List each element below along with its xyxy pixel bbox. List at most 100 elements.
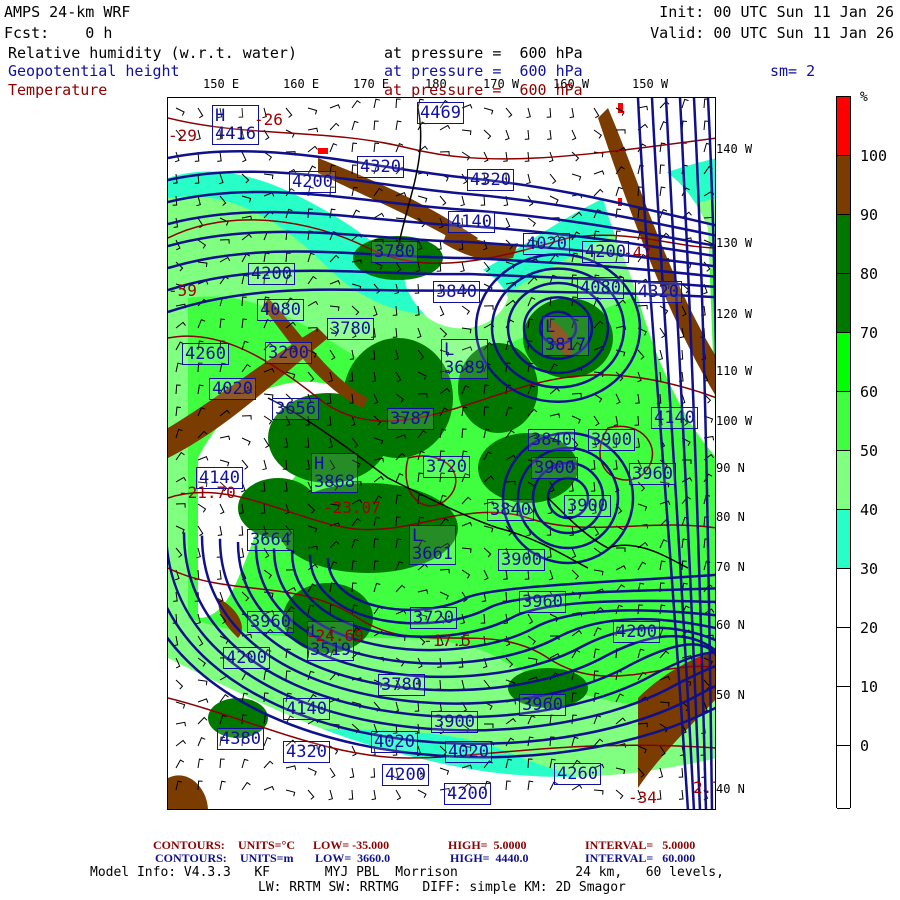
height-contour-label: 4020 bbox=[209, 378, 256, 400]
lon-label: 150 W bbox=[632, 77, 669, 91]
colorbar-bin bbox=[837, 451, 850, 510]
lat-lon-label: 70 N bbox=[716, 560, 745, 574]
wind-barb bbox=[439, 195, 447, 206]
wind-barb bbox=[526, 173, 531, 185]
valid-time: Valid: 00 UTC Sun 11 Jan 26 bbox=[650, 24, 894, 42]
model-title: AMPS 24-km WRF bbox=[4, 3, 131, 21]
height-low: LOW= 3660.0 bbox=[315, 851, 391, 865]
temperature-contour-label: -47 bbox=[623, 243, 652, 262]
height-contour-label: H 4416 bbox=[212, 105, 259, 145]
height-contour-label: 4200 bbox=[289, 171, 336, 193]
temperature-contour-label: -59 bbox=[168, 281, 197, 300]
temperature-contour-label: 2.7 bbox=[693, 778, 715, 797]
wind-barb bbox=[417, 195, 428, 203]
lat-lon-label: 110 W bbox=[716, 364, 753, 378]
colorbar-bin bbox=[837, 510, 850, 569]
wind-barb bbox=[241, 151, 247, 163]
colorbar-bin bbox=[837, 97, 850, 156]
colorbar-bin bbox=[837, 156, 850, 215]
colorbar-unit: % bbox=[860, 90, 868, 105]
height-contour-label: L 3661 bbox=[409, 525, 456, 565]
colorbar-bin bbox=[837, 569, 850, 628]
lat-lon-label: 130 W bbox=[716, 236, 753, 250]
height-contour-label: 3200 bbox=[265, 342, 312, 364]
height-contour-label: 3664 bbox=[247, 529, 294, 551]
height-contour-label: 4020 bbox=[523, 233, 570, 255]
smoothing-label: sm= 2 bbox=[770, 62, 816, 80]
lat-lon-label: 90 N bbox=[716, 461, 745, 475]
colorbar-tick-label: 40 bbox=[860, 501, 879, 519]
height-contour-label: 4140 bbox=[283, 698, 330, 720]
colorbar-tick-label: 20 bbox=[860, 619, 879, 637]
wind-barb bbox=[593, 188, 604, 197]
lat-lon-label: 120 W bbox=[716, 307, 753, 321]
wind-barb bbox=[480, 195, 486, 206]
height-contour-label: 4200 bbox=[382, 764, 429, 786]
height-contour-label: 3900 bbox=[588, 429, 635, 451]
height-interval: INTERVAL= 60.000 bbox=[585, 851, 696, 865]
height-contour-label: 4320 bbox=[283, 741, 330, 763]
colorbar-tick-label: 80 bbox=[860, 265, 879, 283]
height-contours-label: CONTOURS: bbox=[155, 851, 227, 865]
wind-barb bbox=[197, 107, 204, 119]
wind-barb bbox=[571, 173, 582, 181]
height-contour-label: 4200 bbox=[223, 647, 270, 669]
colorbar-bin bbox=[837, 215, 850, 274]
wind-barb bbox=[373, 212, 385, 219]
height-contour-label: 3960 bbox=[519, 591, 566, 613]
temperature-contour-label: -17.5 bbox=[423, 631, 472, 650]
map-graphics bbox=[168, 98, 715, 809]
lat-lon-label: 80 N bbox=[716, 510, 745, 524]
field-temp-name: Temperature bbox=[8, 81, 108, 99]
height-contour-label: 3900 bbox=[531, 457, 578, 479]
height-contour-label: 4320 bbox=[357, 156, 404, 178]
height-contour-label: 3720 bbox=[410, 607, 457, 629]
field-temp-level: at pressure = 600 hPa bbox=[384, 81, 583, 99]
colorbar-tick-label: 60 bbox=[860, 383, 879, 401]
wind-barb bbox=[505, 217, 511, 229]
height-contour-label: 4200 bbox=[613, 621, 660, 643]
lat-lon-label: 60 N bbox=[716, 618, 745, 632]
colorbar-bin bbox=[837, 746, 850, 809]
field-rh-name: Relative humidity (w.r.t. water) bbox=[8, 44, 297, 62]
height-contour-label: 4469 bbox=[417, 102, 464, 124]
wind-barb bbox=[307, 145, 318, 153]
lat-lon-label: 100 W bbox=[716, 414, 753, 428]
height-contour-label: H 3868 bbox=[311, 453, 358, 493]
height-contour-label: 4260 bbox=[554, 763, 601, 785]
height-contour-label: 4080 bbox=[257, 299, 304, 321]
height-contour-label: 3960 bbox=[629, 463, 676, 485]
height-contour-label: 4200 bbox=[248, 263, 295, 285]
wind-barb bbox=[524, 151, 530, 162]
height-contour-label: 4380 bbox=[217, 728, 264, 750]
lat-lon-label: 50 N bbox=[716, 688, 745, 702]
temperature-contour-label: -29 bbox=[168, 126, 197, 145]
height-contour-label: 3960 bbox=[519, 694, 566, 716]
height-contour-label: 4200 bbox=[444, 783, 491, 805]
wind-barb bbox=[175, 107, 185, 116]
field-height-name: Geopotential height bbox=[8, 62, 180, 80]
wind-barb bbox=[460, 195, 465, 207]
colorbar-tick-label: 10 bbox=[860, 678, 879, 696]
height-contour-label: 4140 bbox=[448, 211, 495, 233]
height-high: HIGH= 4440.0 bbox=[450, 851, 529, 865]
colorbar-tick-label: 100 bbox=[860, 147, 888, 165]
field-rh-level: at pressure = 600 hPa bbox=[384, 44, 583, 62]
height-contour-label: 3840 bbox=[528, 429, 575, 451]
height-contour-label: 3780 bbox=[371, 241, 418, 263]
weather-map[interactable]: 4469 H 4416 4320 4200 4320 4140 4020 4200 3780 42… bbox=[167, 97, 716, 810]
height-contour-label: 4320 bbox=[635, 281, 682, 303]
height-contour-label: 3900 bbox=[498, 549, 545, 571]
wind-barb bbox=[571, 151, 580, 162]
height-contour-label: L 3817 bbox=[542, 316, 589, 356]
height-contour-label: 4260 bbox=[182, 343, 229, 365]
colorbar-bin bbox=[837, 333, 850, 392]
colorbar-tick-label: 90 bbox=[860, 206, 879, 224]
height-contour-label: 3960 bbox=[247, 611, 294, 633]
height-contour-label: 3780 bbox=[378, 674, 425, 696]
height-contour-label: L 3689 bbox=[441, 339, 488, 379]
lon-label: 160 E bbox=[283, 77, 320, 91]
temperature-contour-label: -34 bbox=[628, 788, 657, 807]
wind-barb bbox=[549, 173, 557, 184]
height-contour-label: 4020 bbox=[371, 731, 418, 753]
